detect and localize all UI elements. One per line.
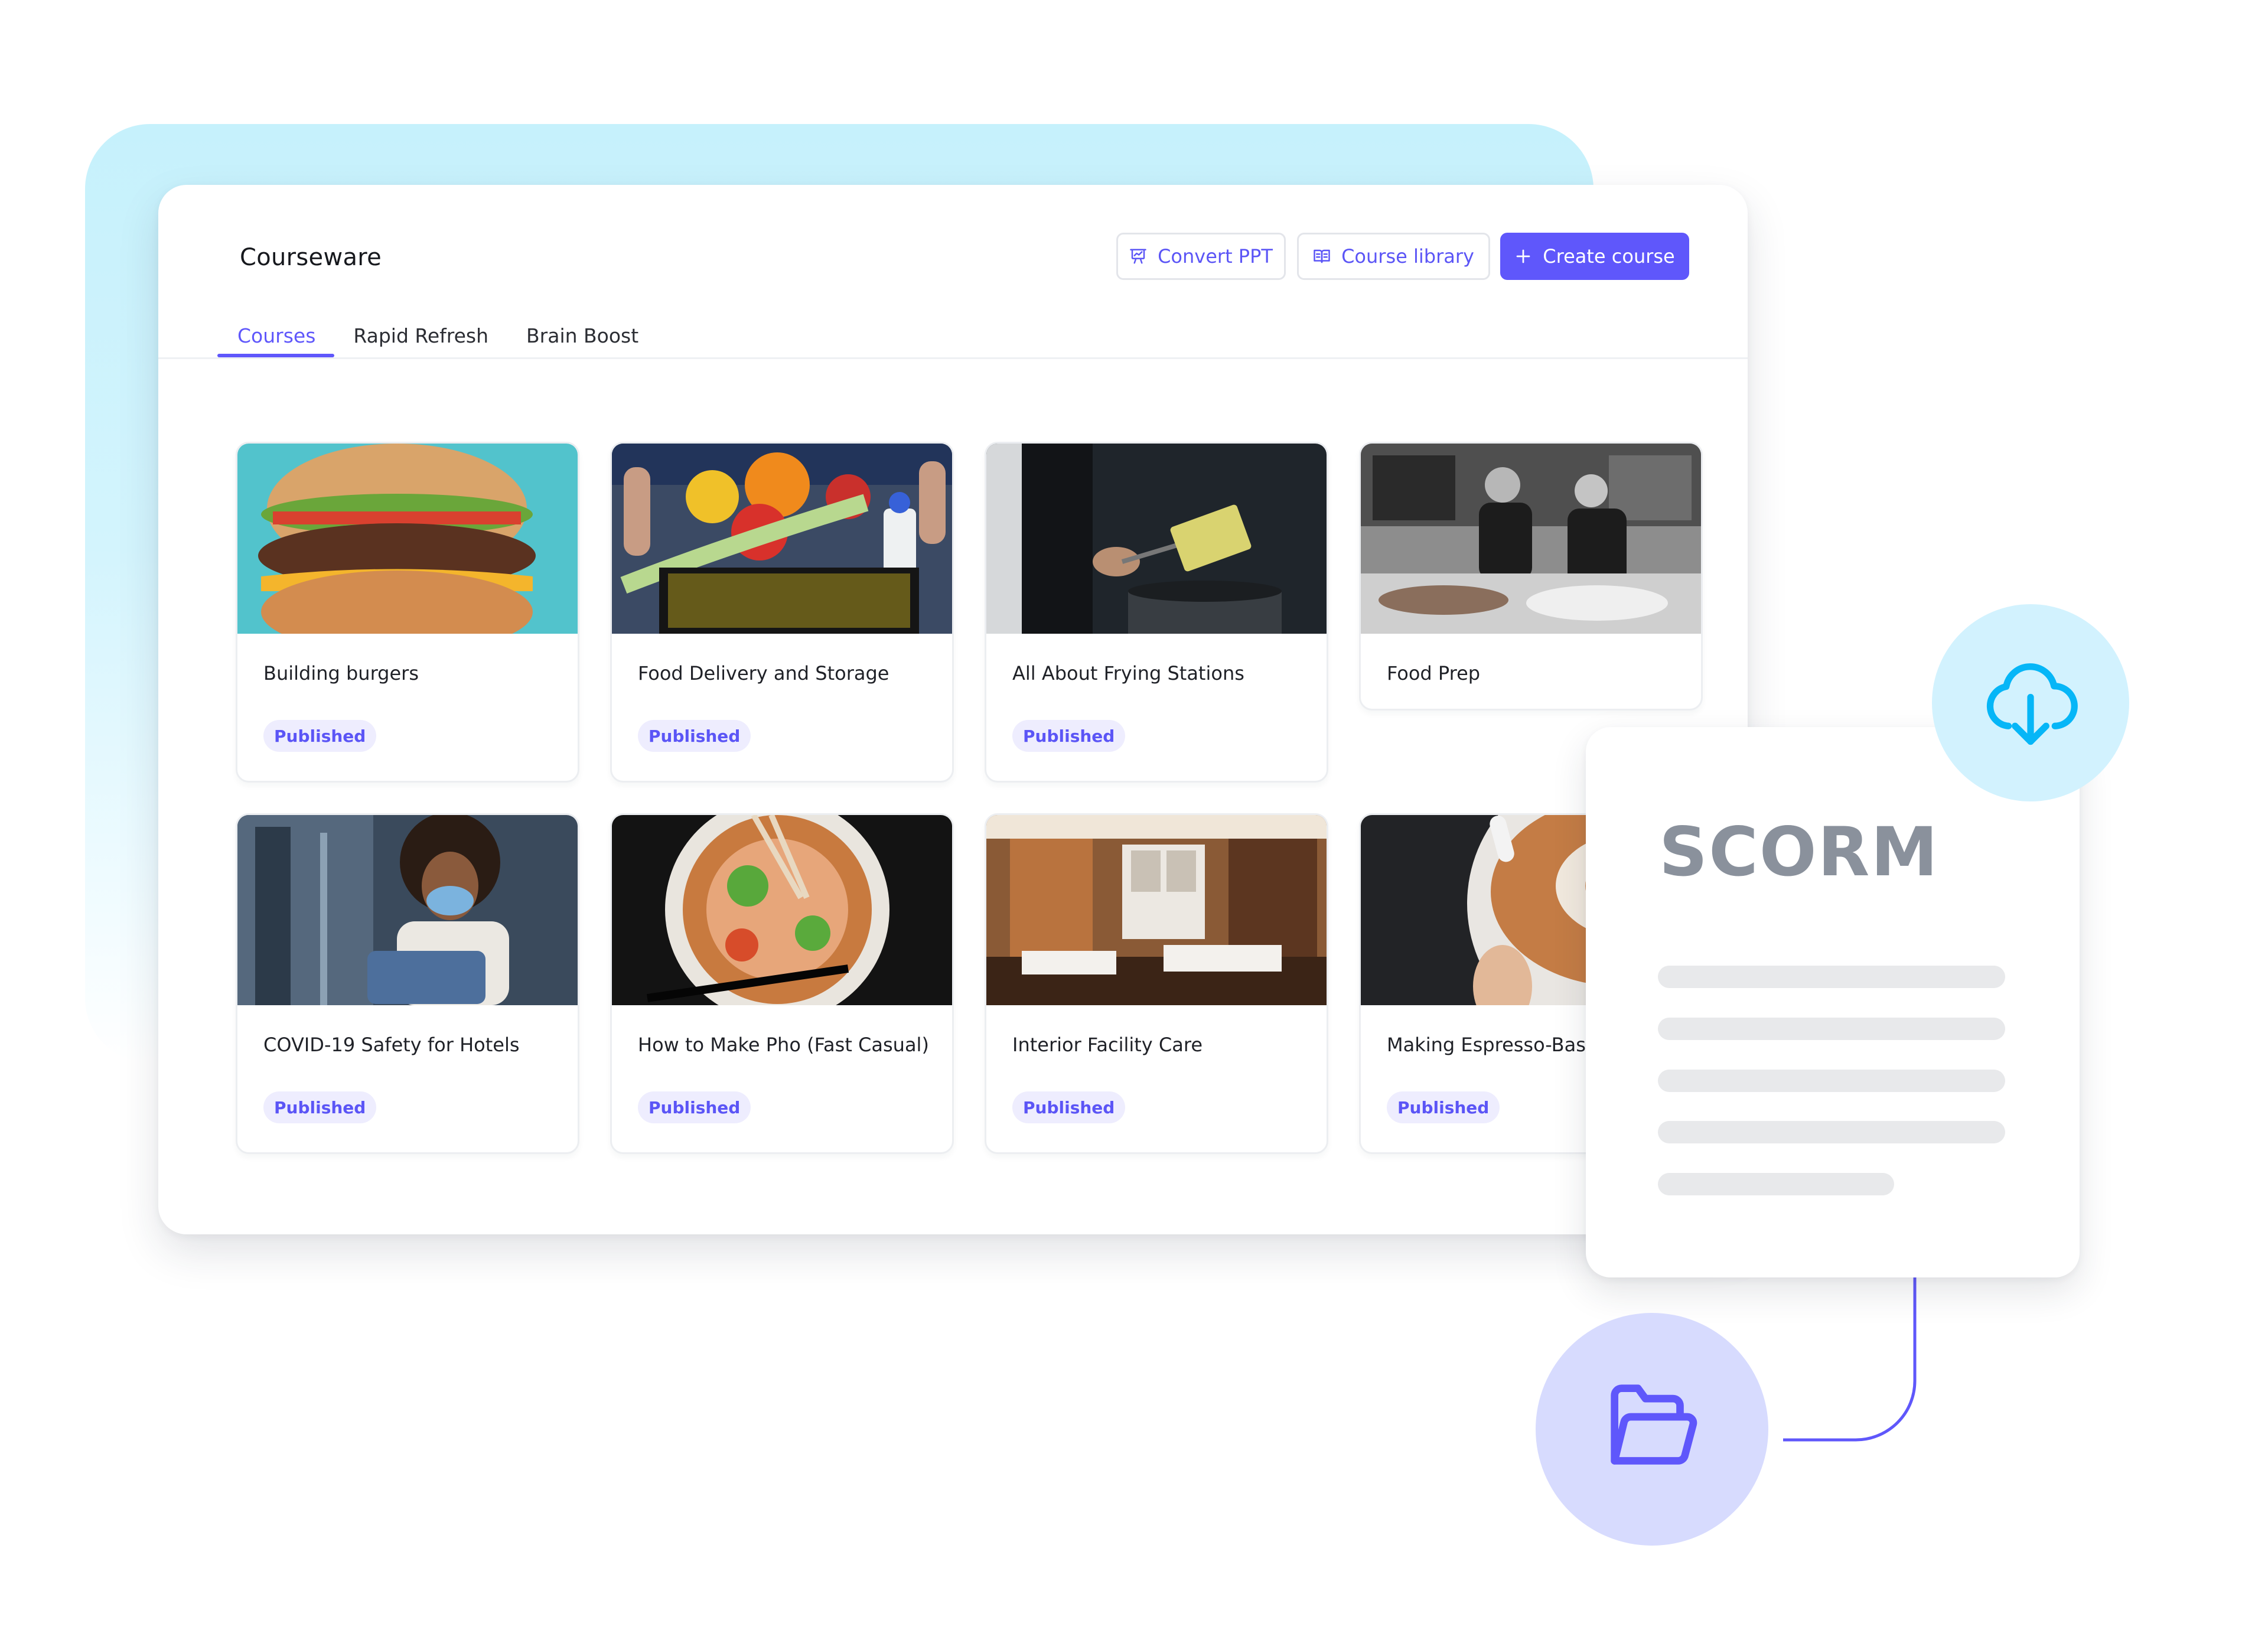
tab-divider bbox=[158, 357, 1748, 359]
cloud-download-icon bbox=[1977, 648, 2084, 757]
courseware-window: Courseware Convert PPT Course library Cr… bbox=[158, 185, 1748, 1234]
course-title: Interior Facility Care bbox=[1012, 1034, 1203, 1056]
course-card[interactable]: Food Prep bbox=[1359, 442, 1703, 710]
folder-open-icon bbox=[1596, 1372, 1708, 1487]
placeholder-line bbox=[1658, 966, 2005, 988]
course-card[interactable]: How to Make Pho (Fast Casual) Published bbox=[610, 813, 954, 1154]
course-thumbnail-masked-housekeeper bbox=[237, 815, 578, 1005]
tab-courses[interactable]: Courses bbox=[217, 314, 335, 357]
course-card[interactable]: Building burgers Published bbox=[236, 442, 579, 783]
course-title: How to Make Pho (Fast Casual) bbox=[638, 1034, 929, 1056]
course-card[interactable]: COVID-19 Safety for Hotels Published bbox=[236, 813, 579, 1154]
course-card[interactable]: All About Frying Stations Published bbox=[985, 442, 1328, 783]
status-badge: Published bbox=[263, 1091, 377, 1123]
folder-badge[interactable] bbox=[1536, 1313, 1768, 1546]
placeholder-line bbox=[1658, 1018, 2005, 1040]
status-badge: Published bbox=[1012, 1091, 1126, 1123]
course-thumbnail-grocery-basket bbox=[612, 444, 952, 634]
create-course-button[interactable]: Create course bbox=[1500, 233, 1689, 280]
course-thumbnail-fryer bbox=[986, 444, 1327, 634]
tab-brain-boost[interactable]: Brain Boost bbox=[526, 314, 638, 357]
placeholder-line bbox=[1658, 1121, 2005, 1143]
status-badge: Published bbox=[1387, 1091, 1500, 1123]
course-thumbnail-kitchen-chefs bbox=[1361, 444, 1701, 634]
placeholder-line bbox=[1658, 1070, 2005, 1092]
scorm-title: SCORM bbox=[1659, 813, 1939, 891]
convert-ppt-label: Convert PPT bbox=[1158, 245, 1273, 268]
course-title: COVID-19 Safety for Hotels bbox=[263, 1034, 520, 1056]
status-badge: Published bbox=[638, 1091, 751, 1123]
create-course-label: Create course bbox=[1543, 245, 1675, 268]
course-thumbnail-restaurant-interior bbox=[986, 815, 1327, 1005]
course-title: All About Frying Stations bbox=[1012, 662, 1244, 685]
presentation-icon bbox=[1129, 247, 1147, 265]
status-badge: Published bbox=[263, 720, 377, 752]
status-badge: Published bbox=[1012, 720, 1126, 752]
status-badge: Published bbox=[638, 720, 751, 752]
placeholder-line bbox=[1658, 1173, 1894, 1195]
download-badge[interactable] bbox=[1932, 604, 2129, 801]
book-icon bbox=[1313, 247, 1331, 265]
scorm-package-card: SCORM bbox=[1586, 727, 2080, 1277]
course-card[interactable]: Food Delivery and Storage Published bbox=[610, 442, 954, 783]
course-thumbnail-burger bbox=[237, 444, 578, 634]
page-title: Courseware bbox=[240, 244, 382, 271]
course-thumbnail-pho-bowl bbox=[612, 815, 952, 1005]
course-library-button[interactable]: Course library bbox=[1297, 233, 1490, 280]
tab-rapid-refresh[interactable]: Rapid Refresh bbox=[353, 314, 488, 357]
course-title: Food Prep bbox=[1387, 662, 1481, 685]
course-title: Making Espresso-Based bbox=[1387, 1034, 1609, 1056]
course-title: Building burgers bbox=[263, 662, 419, 685]
course-title: Food Delivery and Storage bbox=[638, 662, 889, 685]
tab-bar: Courses Rapid Refresh Brain Boost bbox=[217, 314, 676, 357]
course-library-label: Course library bbox=[1341, 245, 1474, 268]
plus-icon bbox=[1514, 247, 1532, 265]
course-card[interactable]: Interior Facility Care Published bbox=[985, 813, 1328, 1154]
convert-ppt-button[interactable]: Convert PPT bbox=[1116, 233, 1286, 280]
